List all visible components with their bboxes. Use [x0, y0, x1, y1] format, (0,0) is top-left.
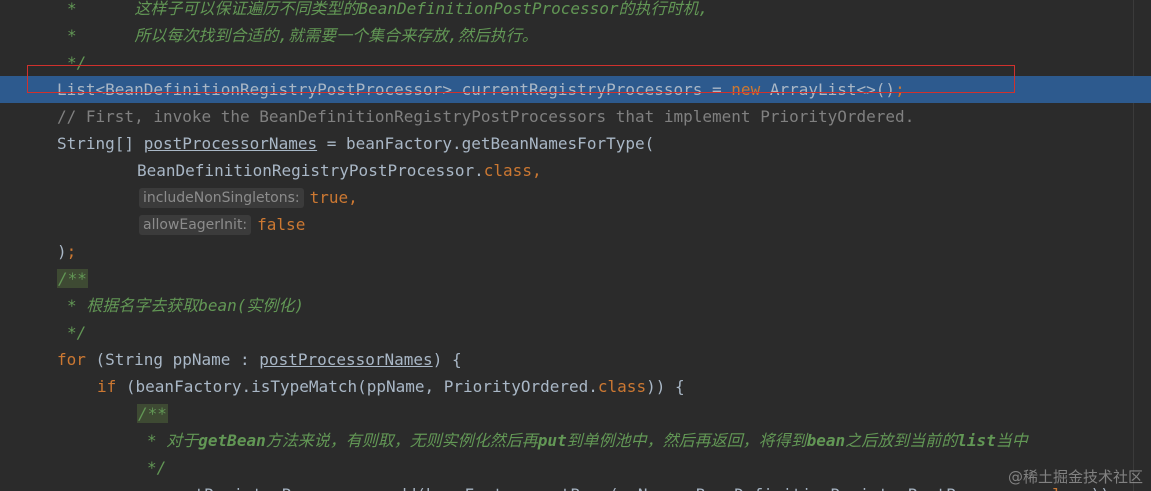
- code-text: */: [67, 49, 86, 76]
- code-editor[interactable]: * 这样子可以保证遍历不同类型的BeanDefinitionPostProces…: [0, 0, 1151, 491]
- code-line[interactable]: // First, invoke the BeanDefinitionRegis…: [0, 103, 1151, 130]
- code-text: );: [57, 238, 76, 265]
- code-text: * 根据名字去获取bean(实例化): [67, 292, 304, 319]
- code-token: )) {: [646, 377, 685, 396]
- code-token: 方法来说，有则取，无则实例化然后再: [265, 431, 538, 450]
- code-token: ;: [66, 242, 77, 261]
- code-token: class: [597, 377, 647, 396]
- code-line[interactable]: */: [0, 454, 1151, 481]
- code-token: ,: [348, 188, 358, 207]
- code-token: getBean: [198, 431, 266, 450]
- code-line[interactable]: * 根据名字去获取bean(实例化): [0, 292, 1151, 319]
- code-text: includeNonSingletons: true,: [139, 184, 358, 211]
- code-text: /**: [57, 265, 88, 292]
- code-token: /**: [57, 269, 88, 288]
- code-line[interactable]: * 对于getBean方法来说，有则取，无则实例化然后再put到单例池中，然后再…: [0, 427, 1151, 454]
- code-line[interactable]: */: [0, 319, 1151, 346]
- code-text: */: [147, 454, 166, 481]
- code-line[interactable]: );: [0, 238, 1151, 265]
- code-token: currentRegistryProcessors.add(beanFactor…: [137, 485, 1042, 491]
- code-line[interactable]: */: [0, 49, 1151, 76]
- code-line[interactable]: String[] postProcessorNames = beanFactor…: [0, 130, 1151, 157]
- code-token: ) {: [432, 350, 462, 369]
- code-token: * 这样子可以保证遍历不同类型的BeanDefinitionPostProces…: [67, 0, 709, 18]
- code-line[interactable]: if (beanFactory.isTypeMatch(ppName, Prio…: [0, 373, 1151, 400]
- code-line[interactable]: * 这样子可以保证遍历不同类型的BeanDefinitionPostProces…: [0, 0, 1151, 22]
- code-line[interactable]: * 所以每次找到合适的,就需要一个集合来存放,然后执行。: [0, 22, 1151, 49]
- code-line[interactable]: allowEagerInit: false: [0, 211, 1151, 238]
- code-token: if: [97, 377, 117, 396]
- code-line[interactable]: includeNonSingletons: true,: [0, 184, 1151, 211]
- code-line[interactable]: currentRegistryProcessors.add(beanFactor…: [0, 481, 1151, 491]
- code-token: ,: [531, 161, 542, 180]
- code-token: (String ppName :: [85, 350, 260, 369]
- code-token: false: [257, 215, 306, 234]
- code-token: ): [57, 242, 67, 261]
- code-text: currentRegistryProcessors.add(beanFactor…: [137, 481, 1110, 491]
- code-token: list: [957, 431, 996, 450]
- code-text: * 对于getBean方法来说，有则取，无则实例化然后再put到单例池中，然后再…: [147, 427, 1028, 454]
- code-token: ;: [895, 80, 905, 99]
- code-text: BeanDefinitionRegistryPostProcessor.clas…: [137, 157, 542, 184]
- code-token: (beanFactory.isTypeMatch(ppName, Priorit…: [116, 377, 598, 396]
- code-line[interactable]: BeanDefinitionRegistryPostProcessor.clas…: [0, 157, 1151, 184]
- code-token: bean: [806, 431, 846, 450]
- code-token: new: [731, 80, 761, 99]
- code-token: */: [147, 458, 167, 477]
- code-text: /**: [137, 400, 168, 427]
- code-token: // First, invoke the BeanDefinitionRegis…: [57, 107, 915, 126]
- code-token: postProcessorNames: [143, 134, 318, 153]
- code-token: for: [57, 350, 86, 369]
- code-token: put: [537, 431, 567, 450]
- current-code-line[interactable]: List<BeanDefinitionRegistryPostProcessor…: [0, 76, 1151, 103]
- code-token: 之后放到当前的: [845, 431, 958, 450]
- code-text: for (String ppName : postProcessorNames)…: [57, 346, 462, 373]
- code-token: true: [309, 188, 349, 207]
- code-token: */: [67, 53, 87, 72]
- code-token: BeanDefinitionRegistryPostProcessor.: [137, 161, 484, 180]
- parameter-hint: allowEagerInit:: [139, 215, 252, 235]
- code-line[interactable]: /**: [0, 265, 1151, 292]
- code-token: 到单例池中，然后再返回，将得到: [566, 431, 807, 450]
- code-token: /**: [137, 404, 168, 423]
- code-text: // First, invoke the BeanDefinitionRegis…: [57, 103, 914, 130]
- parameter-hint: includeNonSingletons:: [139, 188, 304, 208]
- code-token: = beanFactory.getBeanNamesForType(: [317, 134, 655, 153]
- code-text: List<BeanDefinitionRegistryPostProcessor…: [57, 76, 905, 103]
- code-text: */: [67, 319, 86, 346]
- code-text: * 所以每次找到合适的,就需要一个集合来存放,然后执行。: [67, 22, 538, 49]
- code-text: * 这样子可以保证遍历不同类型的BeanDefinitionPostProces…: [67, 0, 708, 22]
- code-token: class: [483, 161, 532, 180]
- code-line[interactable]: /**: [0, 400, 1151, 427]
- code-text: String[] postProcessorNames = beanFactor…: [57, 130, 654, 157]
- code-token: List<BeanDefinitionRegistryPostProcessor…: [57, 80, 732, 99]
- code-text: allowEagerInit: false: [139, 211, 305, 238]
- code-token: * 根据名字去获取bean(实例化): [67, 296, 305, 315]
- code-token: * 对于: [147, 431, 199, 450]
- code-token: * 所以每次找到合适的,就需要一个集合来存放,然后执行。: [67, 26, 538, 45]
- code-token: 当中: [995, 431, 1028, 450]
- code-token: String[]: [57, 134, 144, 153]
- code-token: postProcessorNames: [259, 350, 433, 369]
- code-token: ArrayList<>(): [760, 80, 896, 99]
- code-line[interactable]: for (String ppName : postProcessorNames)…: [0, 346, 1151, 373]
- watermark: @稀土掘金技术社区: [1007, 468, 1143, 486]
- code-text: if (beanFactory.isTypeMatch(ppName, Prio…: [97, 373, 685, 400]
- code-token: */: [67, 323, 87, 342]
